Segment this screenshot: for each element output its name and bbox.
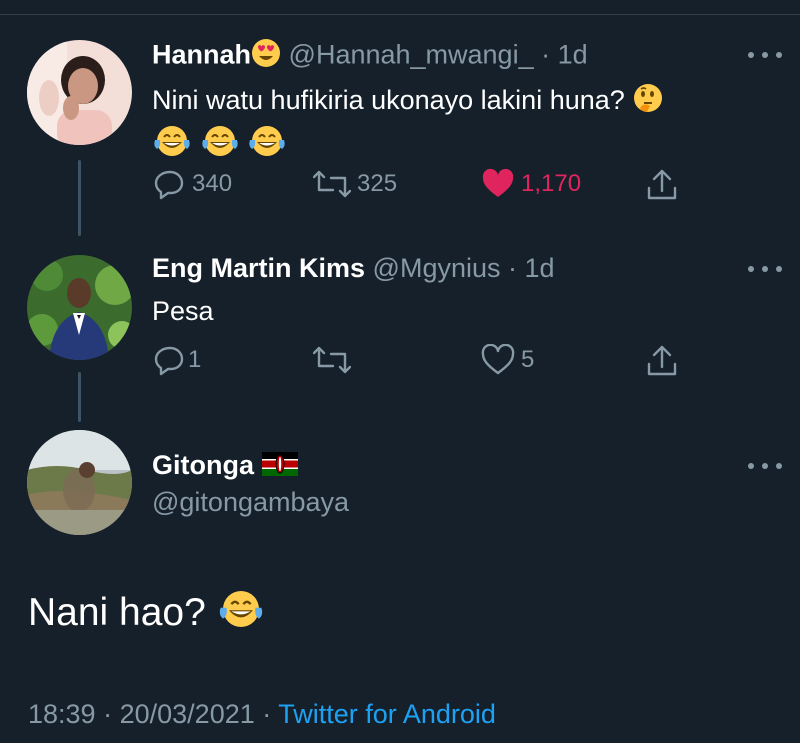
handle[interactable]: @Mgynius bbox=[373, 253, 501, 283]
reply-button[interactable]: 340 bbox=[154, 168, 232, 200]
more-options-icon[interactable] bbox=[748, 48, 782, 62]
share-button[interactable] bbox=[646, 344, 678, 378]
retweet-icon bbox=[313, 346, 351, 374]
tears-of-joy-emoji bbox=[152, 124, 192, 166]
kenya-flag-emoji bbox=[261, 451, 298, 483]
handle-line: @gitongambaya bbox=[152, 486, 349, 518]
retweet-button[interactable]: 325 bbox=[313, 168, 397, 200]
like-button[interactable]: 1,170 bbox=[481, 168, 581, 200]
tweet-source-link[interactable]: Twitter for Android bbox=[278, 699, 496, 729]
heart-filled-icon bbox=[482, 168, 514, 197]
tweet-header: Hannah @Hannah_mwangi_ · 1d bbox=[152, 38, 588, 75]
tweet-metadata: 18:39 · 20/03/2021 · Twitter for Android bbox=[28, 699, 496, 729]
like-count: 1,170 bbox=[521, 170, 582, 197]
display-name[interactable]: Eng Martin Kims bbox=[152, 253, 365, 283]
tweet-date: 20/03/2021 bbox=[119, 699, 255, 729]
share-icon bbox=[647, 345, 677, 376]
handle[interactable]: @Hannah_mwangi_ bbox=[289, 40, 534, 70]
share-icon bbox=[647, 169, 677, 200]
display-name[interactable]: Gitonga bbox=[152, 450, 254, 480]
heart-eyes-emoji bbox=[251, 38, 281, 75]
tears-of-joy-emoji bbox=[200, 124, 240, 166]
reply-count: 1 bbox=[188, 346, 202, 373]
like-count: 5 bbox=[521, 346, 535, 373]
handle[interactable]: @gitongambaya bbox=[152, 487, 349, 517]
tweet-text: Pesa bbox=[152, 296, 214, 326]
reply-button[interactable]: 1 bbox=[154, 344, 201, 376]
reply-count: 340 bbox=[192, 170, 233, 197]
tears-of-joy-emoji bbox=[247, 124, 287, 166]
retweet-button[interactable] bbox=[313, 344, 357, 376]
retweet-icon bbox=[313, 170, 351, 198]
thinking-face-emoji bbox=[632, 82, 664, 122]
avatar[interactable] bbox=[27, 430, 132, 535]
reply-icon bbox=[154, 346, 184, 376]
reply-icon bbox=[154, 170, 184, 200]
avatar[interactable] bbox=[27, 40, 132, 145]
tweet-actions: 340 325 1,170 bbox=[0, 168, 800, 208]
heart-outline-icon bbox=[481, 344, 515, 375]
tweet-thread-screen: Hannah @Hannah_mwangi_ · 1d Nini watu hu… bbox=[0, 0, 800, 743]
timestamp[interactable]: 1d bbox=[558, 40, 588, 70]
tweet-text: Nini watu hufikiria ukonayo lakini huna? bbox=[152, 82, 664, 166]
display-name[interactable]: Hannah bbox=[152, 40, 251, 70]
more-options-icon[interactable] bbox=[748, 262, 782, 276]
tweet-header: Eng Martin Kims @Mgynius · 1d bbox=[152, 253, 555, 283]
main-tweet-text: Nani hao? bbox=[28, 588, 265, 641]
share-button[interactable] bbox=[646, 168, 678, 202]
tweet-time: 18:39 bbox=[28, 699, 96, 729]
more-options-icon[interactable] bbox=[748, 459, 782, 473]
tweet-header: Gitonga bbox=[152, 449, 298, 483]
like-button[interactable]: 5 bbox=[481, 344, 534, 376]
timestamp[interactable]: 1d bbox=[525, 253, 555, 283]
top-divider bbox=[0, 14, 800, 15]
tears-of-joy-emoji bbox=[217, 588, 265, 641]
retweet-count: 325 bbox=[357, 170, 398, 197]
tweet-actions: 1 5 bbox=[0, 344, 800, 384]
